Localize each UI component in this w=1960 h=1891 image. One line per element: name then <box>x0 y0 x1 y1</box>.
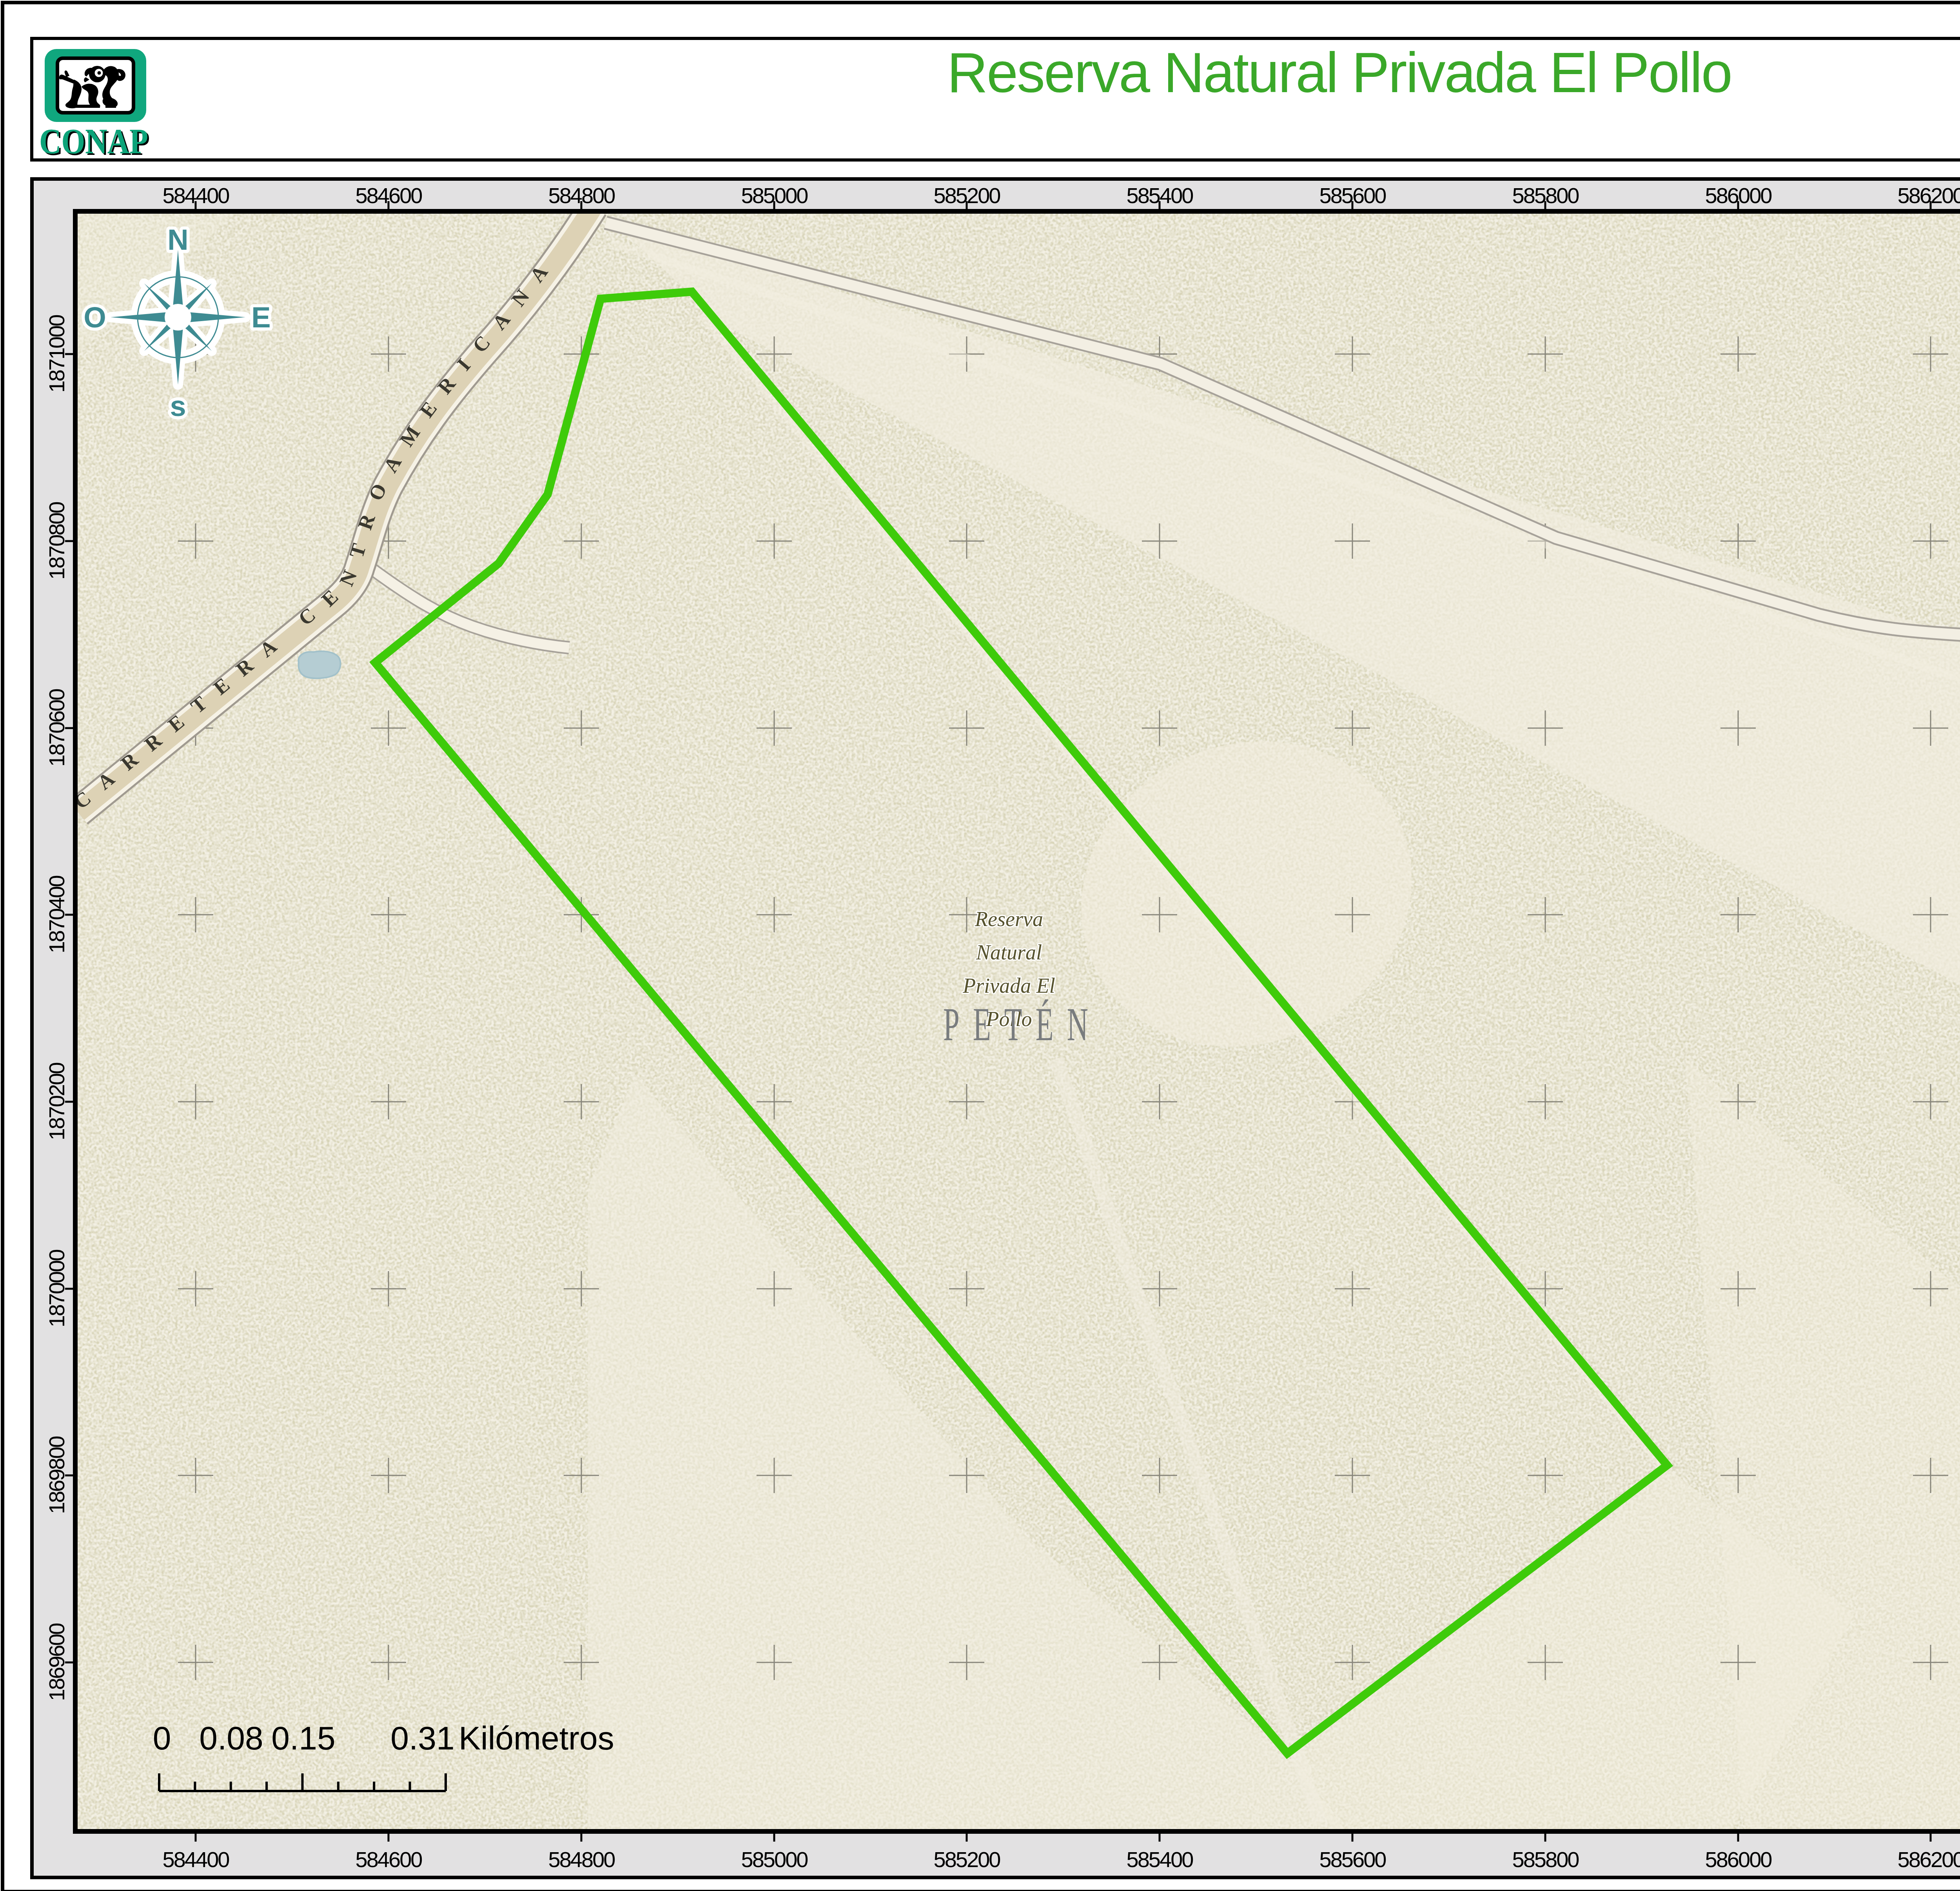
svg-text:586000: 586000 <box>1705 183 1772 208</box>
svg-text:N: N <box>167 223 188 256</box>
svg-text:1871000: 1871000 <box>44 315 69 393</box>
svg-text:s: s <box>170 390 186 422</box>
svg-text:E: E <box>251 301 270 334</box>
svg-text:586200: 586200 <box>1898 183 1960 208</box>
svg-text:584800: 584800 <box>548 183 615 208</box>
svg-text:585600: 585600 <box>1319 1847 1386 1872</box>
svg-text:585200: 585200 <box>934 1847 1000 1872</box>
svg-text:1870400: 1870400 <box>44 876 69 954</box>
svg-text:1870600: 1870600 <box>44 689 69 767</box>
svg-text:585800: 585800 <box>1512 1847 1579 1872</box>
svg-text:1869600: 1869600 <box>44 1624 69 1701</box>
svg-text:585000: 585000 <box>741 1847 808 1872</box>
svg-text:Natural: Natural <box>976 941 1042 964</box>
svg-text:585400: 585400 <box>1127 1847 1193 1872</box>
svg-text:585800: 585800 <box>1512 183 1579 208</box>
svg-text:1870200: 1870200 <box>44 1063 69 1141</box>
svg-text:584400: 584400 <box>163 183 229 208</box>
svg-text:Kilómetros: Kilómetros <box>459 1720 614 1757</box>
svg-text:584600: 584600 <box>356 183 422 208</box>
svg-text:584400: 584400 <box>163 1847 229 1872</box>
svg-text:1870800: 1870800 <box>44 502 69 580</box>
svg-text:585000: 585000 <box>741 183 808 208</box>
svg-text:0.31: 0.31 <box>390 1720 455 1757</box>
svg-text:O: O <box>83 301 106 334</box>
svg-text:585400: 585400 <box>1127 183 1193 208</box>
svg-text:Reserva: Reserva <box>975 907 1043 931</box>
svg-text:585200: 585200 <box>934 183 1000 208</box>
svg-text:1869800: 1869800 <box>44 1437 69 1514</box>
svg-text:586000: 586000 <box>1705 1847 1772 1872</box>
svg-text:Privada El: Privada El <box>962 974 1055 997</box>
svg-text:585600: 585600 <box>1319 183 1386 208</box>
svg-text:PETÉN: PETÉN <box>943 998 1102 1051</box>
svg-text:0.15: 0.15 <box>271 1720 336 1757</box>
svg-text:584800: 584800 <box>548 1847 615 1872</box>
svg-text:586200: 586200 <box>1898 1847 1960 1872</box>
svg-text:1870000: 1870000 <box>44 1250 69 1328</box>
svg-text:0: 0 <box>153 1720 171 1757</box>
svg-text:584600: 584600 <box>356 1847 422 1872</box>
svg-text:0.08: 0.08 <box>199 1720 263 1757</box>
